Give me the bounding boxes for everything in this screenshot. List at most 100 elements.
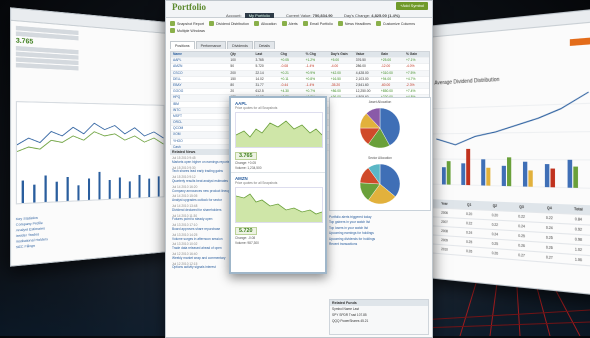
table-cell: -12.00 <box>380 64 391 69</box>
days-change: Day's Change: 4,825.00 (1.4%) <box>344 13 400 19</box>
toolbar-icon <box>170 28 175 33</box>
lower-link[interactable]: Upcoming dividends for holdings <box>329 237 427 241</box>
table-cell: +86.00 <box>330 89 341 94</box>
add-symbol-button[interactable]: +Add Symbol <box>396 2 428 10</box>
table-cell: -0.44 <box>280 82 289 87</box>
news-item[interactable]: Jul 15 2010 9:12 Quarterly results beat a… <box>172 175 230 184</box>
toolbar-button[interactable]: News Headlines <box>337 21 371 26</box>
table-cell[interactable]: IBM <box>171 102 228 107</box>
table-cell: 31.77 <box>255 82 264 87</box>
news-item[interactable]: Jul 12 2010 16:40 Weekly market wrap and … <box>172 252 230 261</box>
news-headline[interactable]: Futures point to steady open <box>172 218 230 222</box>
table-cell: 0.22 <box>466 221 473 226</box>
news-headline[interactable]: Options activity signals interest <box>172 266 230 270</box>
lower-link[interactable]: Upcoming earnings for holdings <box>329 231 427 235</box>
export-button[interactable] <box>569 37 590 46</box>
table-cell: 286.00 <box>355 64 366 69</box>
tab-details[interactable]: Details <box>253 41 275 49</box>
column-header[interactable]: Chg <box>279 52 304 57</box>
news-headline[interactable]: Trade data released ahead of open <box>172 246 230 251</box>
toolbar-label: Alerts <box>288 21 298 26</box>
column-header[interactable]: Value <box>354 52 379 57</box>
news-item[interactable]: Jul 14 2010 11:30 Futures point to steady… <box>172 214 230 223</box>
toolbar-icon <box>253 21 259 26</box>
table-cell: -0.08 <box>280 64 289 69</box>
news-headline[interactable]: Quarterly results beat analyst estimates <box>172 179 230 184</box>
toolbar-button[interactable]: Email Portfolio <box>302 21 333 26</box>
toolbar-button[interactable]: Dividend Distribution <box>208 21 249 26</box>
news-headline[interactable]: Dividend declared for shareholders <box>172 208 230 213</box>
news-item[interactable]: Jul 15 2010 9:30 Tech shares lead early t… <box>172 166 230 175</box>
news-item[interactable]: Jul 14 2010 16:20 Company announces new p… <box>172 185 230 194</box>
table-cell[interactable]: HPQ <box>171 95 228 100</box>
lower-link[interactable]: Top losers in your watch list <box>329 226 427 230</box>
news-panel: Related News Jul 15 2010 9:45 Markets ope… <box>170 149 232 335</box>
days-change-label: Day's Change: <box>344 13 371 18</box>
column-header[interactable]: % Chg <box>304 52 329 57</box>
table-cell[interactable]: ORCL <box>171 120 228 125</box>
table-cell[interactable]: GOOG <box>171 89 228 94</box>
news-item[interactable]: Jul 15 2010 9:45 Markets open higher on e… <box>172 156 230 165</box>
lower-link[interactable]: Top gainers in your watch list <box>329 220 427 224</box>
news-headline[interactable]: Volume surges in afternoon session <box>172 237 230 242</box>
table-cell: 2,541.60 <box>355 82 369 87</box>
news-headline[interactable]: Markets open higher on earnings reports <box>172 160 230 165</box>
table-cell[interactable]: AMZN <box>171 64 228 69</box>
column-header[interactable]: Gain <box>379 52 404 57</box>
tab-performance[interactable]: Performance <box>195 41 227 49</box>
account-selector[interactable]: Account: My Portfolio <box>226 13 274 19</box>
column-header[interactable]: Day's Gain <box>329 52 354 57</box>
table-cell[interactable]: EBAY <box>171 83 228 88</box>
toolbar-label: Dividend Distribution <box>215 21 249 26</box>
table-cell[interactable]: INTC <box>171 108 228 113</box>
table-cell: +42.00 <box>330 70 341 75</box>
tab-positions[interactable]: Positions <box>170 41 195 49</box>
toolbar-button[interactable]: Allocation <box>253 21 277 26</box>
column-header[interactable]: Name <box>171 52 228 57</box>
table-cell: 2010 <box>441 247 448 252</box>
news-headline[interactable]: Tech shares lead early trading gains <box>172 170 230 174</box>
table-cell[interactable]: CSCO <box>171 71 228 76</box>
left-quote-window: 3.765 Key Statistics Company Profile Analy… <box>9 7 169 267</box>
table-cell[interactable]: YHOO <box>171 139 228 144</box>
toolbar-button[interactable]: Snapshot Report <box>170 21 204 26</box>
lower-link[interactable]: Portfolio alerts triggered today <box>329 215 427 219</box>
tab-dividends[interactable]: Dividends <box>227 41 253 49</box>
news-item[interactable]: Jul 13 2010 17:10 Board approves share re… <box>172 223 230 232</box>
lower-link[interactable]: Recent transactions <box>329 242 427 246</box>
toolbar-button[interactable]: Multiple Windows <box>170 28 205 33</box>
table-cell[interactable]: QCOM <box>171 126 228 131</box>
toolbar-icon <box>170 21 175 26</box>
table-cell: +16.50 <box>330 76 341 81</box>
column-header[interactable]: Last <box>253 52 278 57</box>
table-cell: 0.27 <box>545 255 553 261</box>
news-headline[interactable]: Company announces new product lineup <box>172 189 230 194</box>
dividend-table: Year Q1 Q2 Q3 Q4 Total 2006 0.20 0.20 0.22 0.22 0.8… <box>432 199 590 267</box>
account-value[interactable]: My Portfolio <box>244 13 274 18</box>
toolbar-button[interactable]: Customize Columns <box>375 21 415 26</box>
table-cell[interactable]: DELL <box>171 77 228 82</box>
table-cell: 0.20 <box>491 213 499 218</box>
table-cell: 2,103.00 <box>355 76 369 81</box>
table-cell: +94.00 <box>380 76 392 81</box>
column-header[interactable]: % Gain <box>404 52 429 57</box>
table-cell: +7.1% <box>405 58 416 63</box>
news-item[interactable]: Jul 14 2010 13:48 Dividend declared for s… <box>172 204 230 213</box>
news-item[interactable]: Jul 14 2010 15:05 Analyst upgrades outloo… <box>172 195 230 203</box>
toolbar-button[interactable]: Alerts <box>281 21 298 26</box>
news-item[interactable]: Jul 13 2010 10:02 Trade data released ahe… <box>172 243 230 251</box>
column-header[interactable]: Qty <box>228 52 253 57</box>
table-cell[interactable]: MSFT <box>171 114 228 119</box>
table-cell[interactable]: AAPL <box>171 58 228 63</box>
table-cell: +4.30 <box>280 89 289 94</box>
news-headline[interactable]: Analyst upgrades outlook for sector <box>172 198 230 203</box>
related-funds-box: Related Funds Symbol Name Last SPY SPDR T… <box>329 299 429 335</box>
news-headline[interactable]: Board approves share repurchase <box>172 227 230 232</box>
table-cell: 2008 <box>441 228 448 234</box>
news-headline[interactable]: Weekly market wrap and commentary <box>172 256 230 261</box>
table-cell[interactable]: XOM <box>171 132 228 137</box>
table-cell: +0.05 <box>280 58 289 63</box>
table-cell: 0.84 <box>574 216 582 222</box>
news-item[interactable]: Jul 12 2010 12:15 Options activity signal… <box>172 262 230 271</box>
news-item[interactable]: Jul 13 2010 14:25 Volume surges in aftern… <box>172 233 230 242</box>
